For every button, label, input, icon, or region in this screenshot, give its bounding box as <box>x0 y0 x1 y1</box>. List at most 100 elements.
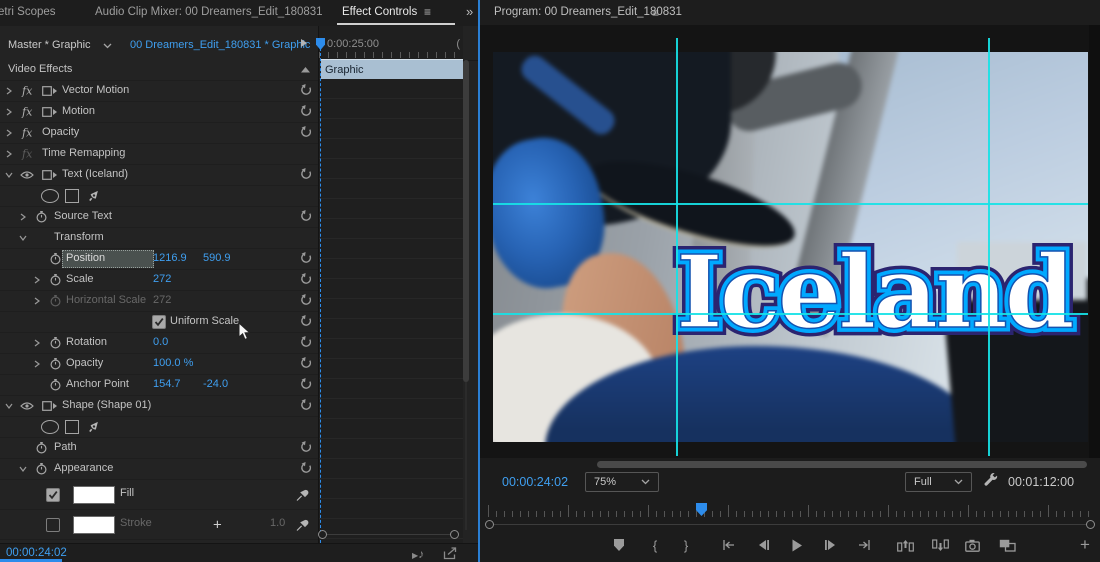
chevron-right-icon[interactable] <box>34 360 40 368</box>
chevron-right-icon[interactable] <box>34 276 40 284</box>
chevron-down-icon[interactable] <box>103 43 112 49</box>
guide-vertical-left[interactable] <box>676 38 678 456</box>
fill-color-swatch[interactable] <box>73 486 115 504</box>
master-clip-selector[interactable]: Master * Graphic <box>8 39 91 51</box>
lift-button[interactable] <box>895 537 915 553</box>
param-row-scale[interactable]: Scale 272 <box>0 270 318 291</box>
effect-row-shape[interactable]: Shape (Shape 01) <box>0 396 318 417</box>
collapse-up-icon[interactable] <box>301 67 310 73</box>
playback-resolution-select[interactable]: Full <box>905 472 972 492</box>
stopwatch-icon[interactable] <box>36 442 47 455</box>
tab-effect-controls[interactable]: Effect Controls <box>342 6 417 18</box>
tab-overflow-icon[interactable]: » <box>466 4 473 19</box>
param-row-anchor-point[interactable]: Anchor Point 154.7 -24.0 <box>0 375 318 396</box>
program-time-ruler[interactable] <box>488 503 1092 518</box>
chevron-right-icon[interactable] <box>6 150 12 158</box>
guide-vertical-right[interactable] <box>988 38 990 456</box>
go-to-out-button[interactable] <box>855 537 875 553</box>
param-row-fill[interactable]: Fill <box>0 480 318 510</box>
button-editor-button[interactable]: + <box>1075 537 1095 553</box>
reset-icon[interactable] <box>300 210 312 222</box>
sequence-clip-name[interactable]: 00 Dreamers_Edit_180831 * Graphic <box>130 39 310 51</box>
add-marker-button[interactable] <box>609 537 629 553</box>
guide-horizontal-bottom[interactable] <box>493 313 1088 315</box>
rectangle-tool-icon[interactable] <box>65 189 79 203</box>
settings-wrench-icon[interactable] <box>983 473 999 489</box>
param-row-text-opacity[interactable]: Opacity 100.0 % <box>0 354 318 375</box>
chevron-right-icon[interactable] <box>20 213 26 221</box>
chevron-right-icon[interactable] <box>6 87 12 95</box>
panel-menu-icon[interactable]: ≡ <box>652 6 659 20</box>
program-horizontal-scrollbar[interactable] <box>597 461 1087 468</box>
param-row-stroke[interactable]: Stroke + 1.0 <box>0 510 318 540</box>
ellipse-tool-icon[interactable] <box>41 189 59 203</box>
rotation-value[interactable]: 0.0 <box>153 336 168 348</box>
reset-icon[interactable] <box>300 168 312 180</box>
stroke-width-value[interactable]: 1.0 <box>270 517 285 529</box>
zoom-level-select[interactable]: 75% <box>585 472 659 492</box>
zoom-handle-left[interactable] <box>318 530 327 539</box>
play-audio-icon[interactable]: ▶♪ <box>412 547 424 561</box>
program-viewer[interactable]: Iceland Iceland Iceland <box>480 25 1100 458</box>
chevron-right-icon[interactable] <box>6 129 12 137</box>
effect-row-vector-motion[interactable]: fx Vector Motion <box>0 81 318 102</box>
param-row-position[interactable]: Position 1216.9 590.9 <box>0 249 318 270</box>
chevron-right-icon[interactable] <box>6 108 12 116</box>
reset-icon[interactable] <box>300 315 312 327</box>
reset-icon[interactable] <box>300 441 312 453</box>
effect-row-time-remapping[interactable]: fx Time Remapping <box>0 144 318 165</box>
stopwatch-icon[interactable] <box>50 358 61 371</box>
zoom-handle-left[interactable] <box>485 520 494 529</box>
group-row-transform[interactable]: Transform <box>0 228 318 249</box>
program-zoom-bar[interactable] <box>492 524 1088 525</box>
step-back-button[interactable] <box>753 537 773 553</box>
stopwatch-icon[interactable] <box>50 337 61 350</box>
zoom-handle-right[interactable] <box>1086 520 1095 529</box>
chevron-down-icon[interactable] <box>19 235 27 241</box>
effect-controls-timeline[interactable]: 0:00:25:00 ( Graphic <box>318 26 463 543</box>
checkbox-checked-icon[interactable] <box>46 488 60 502</box>
reset-icon[interactable] <box>300 273 312 285</box>
tab-audio-clip-mixer[interactable]: Audio Clip Mixer: 00 Dreamers_Edit_18083… <box>95 6 323 18</box>
effect-row-opacity[interactable]: fx Opacity <box>0 123 318 144</box>
opacity-value[interactable]: 100.0 % <box>153 357 193 369</box>
tab-lumetri-scopes[interactable]: etri Scopes <box>0 6 56 18</box>
effect-row-text-iceland[interactable]: Text (Iceland) <box>0 165 318 186</box>
chevron-right-icon[interactable] <box>34 297 40 305</box>
stopwatch-icon[interactable] <box>50 274 61 287</box>
vertical-scrollbar-track[interactable] <box>465 382 467 530</box>
reset-icon[interactable] <box>300 294 312 306</box>
graphic-clip-bar[interactable]: Graphic <box>321 59 463 79</box>
reset-icon[interactable] <box>300 84 312 96</box>
group-row-appearance[interactable]: Appearance <box>0 459 318 480</box>
rectangle-tool-icon[interactable] <box>65 420 79 434</box>
stroke-color-swatch[interactable] <box>73 516 115 534</box>
video-effects-header[interactable]: Video Effects <box>0 60 318 81</box>
param-row-source-text[interactable]: Source Text <box>0 207 318 228</box>
param-row-path[interactable]: Path <box>0 438 318 459</box>
reset-icon[interactable] <box>300 462 312 474</box>
effect-row-motion[interactable]: fx Motion <box>0 102 318 123</box>
chevron-down-icon[interactable] <box>5 403 13 409</box>
guide-horizontal-top[interactable] <box>493 203 1088 205</box>
reset-icon[interactable] <box>300 357 312 369</box>
pen-tool-icon[interactable] <box>87 421 101 434</box>
ellipse-tool-icon[interactable] <box>41 420 59 434</box>
stopwatch-icon[interactable] <box>50 379 61 392</box>
program-current-timecode[interactable]: 00:00:24:02 <box>502 475 568 489</box>
add-stroke-icon[interactable]: + <box>213 516 222 533</box>
fx-badge-icon[interactable]: fx <box>22 85 32 98</box>
comparison-view-button[interactable] <box>997 537 1017 553</box>
param-row-uniform-scale[interactable]: Uniform Scale <box>0 312 318 333</box>
vertical-scrollbar-thumb[interactable] <box>463 60 469 382</box>
eyedropper-icon[interactable] <box>296 488 309 501</box>
reset-icon[interactable] <box>300 378 312 390</box>
pen-tool-icon[interactable] <box>87 190 101 203</box>
reset-icon[interactable] <box>300 399 312 411</box>
step-forward-button[interactable] <box>820 537 840 553</box>
timeline-zoom-bar[interactable] <box>326 534 454 535</box>
mark-in-button[interactable]: { <box>645 537 665 553</box>
stopwatch-icon[interactable] <box>36 463 47 476</box>
chevron-down-icon[interactable] <box>19 466 27 472</box>
position-x-value[interactable]: 1216.9 <box>153 252 187 264</box>
